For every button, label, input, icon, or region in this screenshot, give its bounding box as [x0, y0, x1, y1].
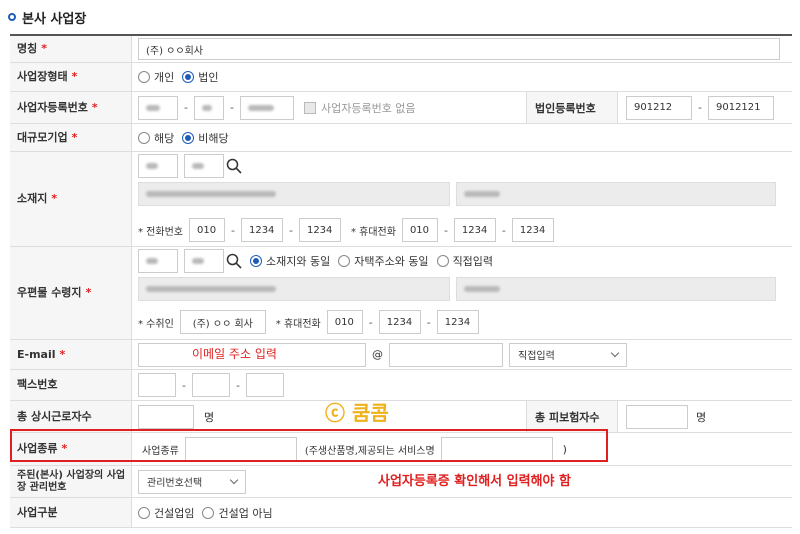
fax-part1[interactable] [138, 373, 176, 397]
row-construction: 사업구분 건설업임 건설업 아님 [10, 498, 792, 528]
radio-not-construction[interactable]: 건설업 아님 [202, 505, 273, 521]
radio-direct-input[interactable]: 직접입력 [436, 253, 493, 269]
radio-corporation[interactable]: 법인 [182, 69, 219, 85]
radio-same-home[interactable]: 자택주소와 동일 [338, 253, 429, 269]
row-biz-reg-no: 사업자등록번호 * - - 사업자등록번호 없음 법인등록번호 901212 - … [10, 92, 792, 124]
recipient-input[interactable]: (주) ㅇㅇ 회사 [179, 310, 266, 334]
name-input[interactable]: (주) ㅇㅇ회사 [138, 38, 780, 60]
reg-note: 사업자등록증 확인해서 입력해야 함 [378, 474, 571, 489]
location-label: 소재지 * [10, 152, 132, 246]
radio-direct-input-icon[interactable] [436, 255, 449, 267]
radio-individual-icon[interactable] [138, 71, 150, 83]
insured-label: 총 피보험자수 [526, 401, 618, 432]
insured-input[interactable] [626, 404, 688, 429]
row-email: E-mail * @ 직접입력 [10, 340, 792, 370]
mail-zip1[interactable] [138, 249, 178, 273]
email-hint: 이메일 주소 입력 [192, 347, 277, 361]
location-mobile2[interactable]: 1234 [453, 218, 496, 242]
row-large-corp: 대규모기업 * 해당 비해당 [10, 124, 792, 152]
email-label: E-mail * [10, 340, 132, 369]
highlight-box [10, 429, 608, 462]
location-search-icon[interactable] [224, 154, 244, 178]
main-mgmt-label: 주된(본사) 사업장의 사업장 관리번호 [10, 466, 132, 497]
location-address-detail[interactable] [456, 182, 776, 206]
location-address[interactable] [138, 182, 450, 206]
email-domain-select[interactable]: 직접입력 [509, 342, 627, 367]
biz-reg-no-part2[interactable] [193, 95, 224, 120]
row-fax: 팩스번호 - - [10, 370, 792, 401]
fax-part2[interactable] [191, 373, 230, 397]
location-zip2[interactable] [184, 154, 224, 178]
mail-mobile1[interactable]: 010 [326, 310, 363, 334]
radio-same-home-icon[interactable] [338, 255, 351, 267]
location-mobile3[interactable]: 1234 [511, 218, 554, 242]
row-biz-type: 사업장형태 * 개인 법인 [10, 63, 792, 92]
radio-applicable[interactable]: 해당 [138, 130, 174, 146]
corp-reg-no-part1[interactable]: 901212 [626, 95, 692, 120]
mail-search-icon[interactable] [224, 249, 244, 273]
mail-mobile2[interactable]: 1234 [378, 310, 421, 334]
name-label: 명칭 * [10, 36, 132, 62]
construction-label: 사업구분 [10, 498, 132, 527]
section-title: 본사 사업장 [8, 8, 86, 27]
radio-not-applicable[interactable]: 비해당 [182, 130, 229, 146]
location-phone3[interactable]: 1234 [298, 218, 341, 242]
location-mobile1[interactable]: 010 [401, 218, 438, 242]
radio-construction-icon[interactable] [138, 506, 150, 519]
biz-reg-no-label: 사업자등록번호 * [10, 92, 132, 123]
corp-reg-no-part2[interactable]: 9012121 [707, 95, 774, 120]
radio-corporation-icon[interactable] [182, 71, 195, 83]
radio-not-construction-icon[interactable] [202, 506, 215, 519]
bullet-icon [8, 13, 16, 21]
fax-part3[interactable] [245, 373, 284, 397]
radio-same-location[interactable]: 소재지와 동일 [250, 253, 330, 269]
corp-reg-no-label: 법인등록번호 [526, 92, 618, 123]
fax-label: 팩스번호 [10, 370, 132, 400]
row-location: 소재지 * * 전화번호 010 - 1234 - 1234 * 휴대전화 01… [10, 152, 792, 247]
mail-zip2[interactable] [184, 249, 224, 273]
biz-reg-no-part1[interactable] [138, 95, 178, 120]
mail-address-label: 우편물 수령지 * [10, 247, 132, 339]
radio-same-location-icon[interactable] [250, 255, 262, 267]
mail-address-detail[interactable] [456, 277, 776, 301]
location-zip1[interactable] [138, 154, 178, 178]
email-domain-input[interactable] [389, 342, 503, 367]
biz-reg-no-part3[interactable] [239, 95, 294, 120]
row-mail-address: 우편물 수령지 * 소재지와 동일 자택주소와 동일 직접입력 * 수취인 (주)… [10, 247, 792, 340]
no-reg-checkbox[interactable] [303, 101, 316, 114]
chevron-down-icon [610, 348, 620, 358]
mgmt-no-select[interactable]: 관리번호선택 [138, 469, 246, 494]
mail-address[interactable] [138, 277, 450, 301]
radio-applicable-icon[interactable] [138, 131, 150, 144]
biz-type-label: 사업장형태 * [10, 63, 132, 91]
workers-label: 총 상시근로자수 [10, 401, 132, 432]
radio-construction[interactable]: 건설업임 [138, 505, 194, 521]
location-phone1[interactable]: 010 [188, 218, 225, 242]
mail-mobile3[interactable]: 1234 [436, 310, 479, 334]
no-reg-label: 사업자등록번호 없음 [320, 101, 416, 115]
radio-not-applicable-icon[interactable] [182, 131, 195, 144]
radio-individual[interactable]: 개인 [138, 69, 174, 85]
watermark: ⓒ 쿰콤 [325, 401, 389, 425]
large-corp-label: 대규모기업 * [10, 124, 132, 151]
location-phone2[interactable]: 1234 [240, 218, 283, 242]
workers-input[interactable] [138, 404, 194, 429]
chevron-down-icon [229, 475, 239, 485]
row-name: 명칭 * (주) ㅇㅇ회사 [10, 36, 792, 63]
